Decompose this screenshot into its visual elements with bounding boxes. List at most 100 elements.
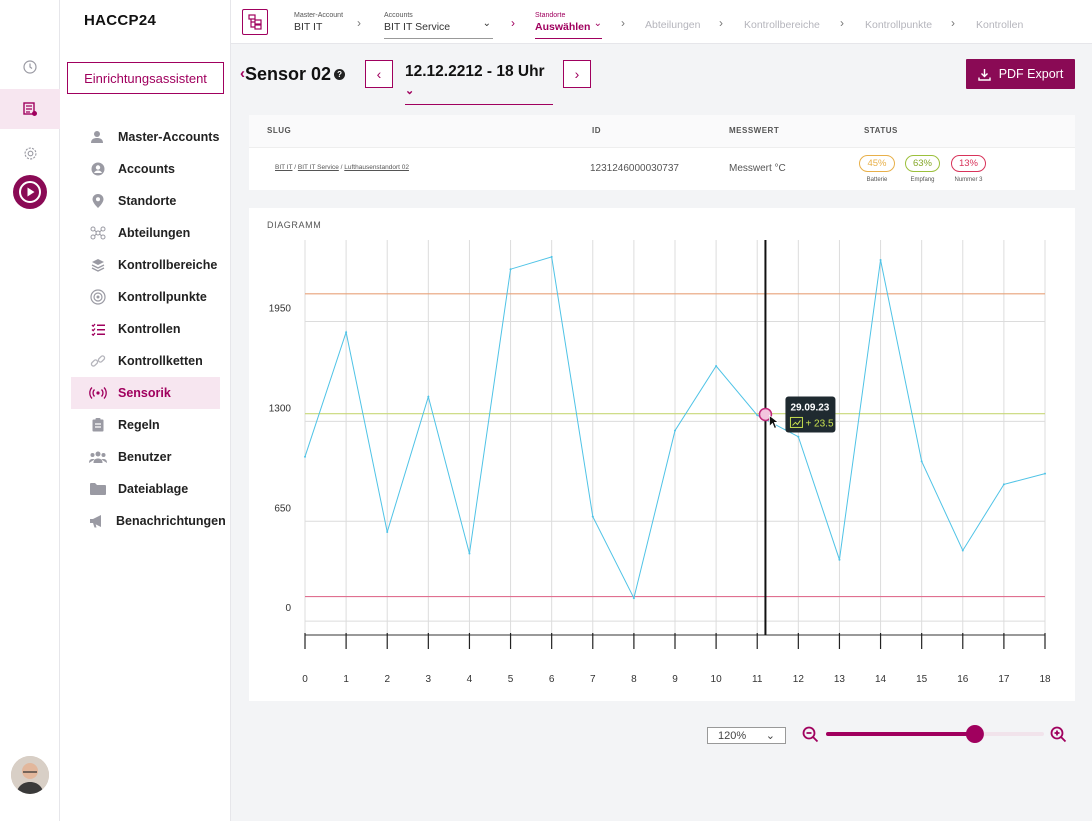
x-tick-label: 14 <box>875 674 887 685</box>
sidebar-item-dateiablage[interactable]: Dateiablage <box>71 473 220 505</box>
sidebar-item-accounts[interactable]: Accounts <box>71 153 220 185</box>
next-date-button[interactable]: › <box>563 60 591 88</box>
avatar[interactable] <box>11 756 49 794</box>
sidebar-item-benachrichtungen[interactable]: Benachrichtungen <box>71 505 226 537</box>
sidebar-item-kontrollen[interactable]: Kontrollen <box>71 313 220 345</box>
help-icon[interactable]: ? <box>334 69 346 80</box>
data-point <box>1044 472 1046 475</box>
gear-icon[interactable] <box>0 133 60 173</box>
crumb-label: Master-Account <box>294 12 344 19</box>
crumb-kontrollbereiche[interactable]: Kontrollbereiche <box>744 19 820 31</box>
data-point <box>345 331 348 334</box>
data-point <box>386 531 389 534</box>
id-cell: 1231246000030737 <box>590 163 679 174</box>
sidebar-item-label: Standorte <box>118 194 177 208</box>
prev-date-button[interactable]: ‹ <box>365 60 393 88</box>
sidebar-item-label: Regeln <box>118 418 160 432</box>
sidebar-item-sensorik[interactable]: Sensorik <box>71 377 220 409</box>
list-icon[interactable] <box>0 89 60 129</box>
zoom-slider[interactable] <box>826 724 1044 744</box>
x-tick-label: 3 <box>426 674 432 685</box>
page-title[interactable]: ‹Sensor 02? <box>240 64 346 85</box>
sensor-icon <box>89 384 107 402</box>
messwert-cell: Messwert °C <box>729 163 786 174</box>
sensor-chart[interactable]: 0650130019500 1 2 3 4 5 6 7 8 9 10 11 12 13 14 15 16 17 18… <box>249 208 1075 701</box>
wizard-button[interactable]: Einrichtungsassistent <box>67 62 224 94</box>
data-point <box>961 549 964 552</box>
pdf-export-button[interactable]: PDF Export <box>966 59 1075 89</box>
data-point <box>838 558 841 561</box>
status-badge: 13% <box>951 155 986 172</box>
crumb-kontrollpunkte[interactable]: Kontrollpunkte <box>865 19 932 31</box>
pin-icon <box>89 192 107 210</box>
chevron-right-icon: › <box>951 16 955 30</box>
zoom-out-icon[interactable] <box>800 724 820 744</box>
structure-tree-button[interactable] <box>242 9 268 35</box>
x-tick-label: 5 <box>508 674 514 685</box>
sidebar-item-label: Abteilungen <box>118 226 191 240</box>
chevron-left-icon: ‹ <box>376 66 382 82</box>
zoom-select[interactable]: 120% ⌄ <box>707 727 786 744</box>
slug-link[interactable]: BIT IT <box>275 164 292 171</box>
target-icon <box>89 288 107 306</box>
sidebar-item-kontrollpunkte[interactable]: Kontrollpunkte <box>71 281 220 313</box>
chevron-right-icon: › <box>574 66 580 82</box>
crumb-abteilungen[interactable]: Abteilungen <box>645 19 700 31</box>
slider-thumb[interactable] <box>965 725 984 743</box>
icon-rail <box>0 0 60 821</box>
chevron-down-icon: ⌄ <box>593 18 602 29</box>
sidebar-item-benutzer[interactable]: Benutzer <box>71 441 220 473</box>
x-tick-label: 18 <box>1039 674 1051 685</box>
sensor-table: SLUG ID MESSWERT STATUS BIT IT / BIT IT … <box>249 115 1075 190</box>
column-header: SLUG <box>267 126 292 135</box>
sidebar-item-label: Benachrichtungen <box>116 514 226 528</box>
data-point <box>632 597 635 600</box>
date-select[interactable]: 12.12.2212 - 18 Uhr ⌄ <box>405 63 553 105</box>
data-point <box>591 515 594 518</box>
y-tick-label: 1300 <box>269 403 292 414</box>
clock-icon[interactable] <box>0 47 60 87</box>
x-tick-label: 2 <box>384 674 390 685</box>
checklist-icon <box>89 320 107 338</box>
tooltip-value: + 23.5 <box>805 418 834 429</box>
users-icon <box>89 448 107 466</box>
slug-cell: BIT IT / BIT IT Service / Lufthausenstan… <box>275 164 409 171</box>
sidebar-item-regeln[interactable]: Regeln <box>71 409 220 441</box>
sidebar-item-kontrollbereiche[interactable]: Kontrollbereiche <box>71 249 220 281</box>
play-icon[interactable] <box>0 172 60 212</box>
data-point <box>756 414 759 417</box>
slug-link[interactable]: BIT IT Service <box>298 164 339 171</box>
x-tick-label: 12 <box>793 674 805 685</box>
sidebar-item-label: Master-Accounts <box>118 130 220 144</box>
data-point <box>879 258 882 261</box>
x-tick-label: 16 <box>957 674 969 685</box>
zoom-value: 120% <box>718 729 747 742</box>
crumb-kontrollen[interactable]: Kontrollen <box>976 19 1023 31</box>
sidebar-item-label: Accounts <box>118 162 175 176</box>
crumb-accounts[interactable]: Accounts BIT IT Service ⌄ <box>384 12 493 39</box>
status-label: Batterie <box>866 177 888 183</box>
y-tick-label: 1950 <box>269 303 292 314</box>
x-tick-label: 15 <box>916 674 928 685</box>
sidebar-item-standorte[interactable]: Standorte <box>71 185 220 217</box>
chevron-right-icon: › <box>719 16 723 30</box>
chevron-right-icon: › <box>511 16 515 30</box>
y-tick-label: 0 <box>285 603 291 614</box>
table-header: SLUG ID MESSWERT STATUS <box>249 115 1075 148</box>
x-tick-label: 7 <box>590 674 596 685</box>
crumb-label: Accounts <box>384 12 413 19</box>
sidebar-item-kontrollketten[interactable]: Kontrollketten <box>71 345 220 377</box>
sidebar-item-master-accounts[interactable]: Master-Accounts <box>71 121 220 153</box>
chevron-down-icon: ⌄ <box>405 85 415 97</box>
layers-icon <box>89 256 107 274</box>
sidebar-item-label: Dateiablage <box>118 482 189 496</box>
zoom-in-icon[interactable] <box>1048 724 1068 744</box>
column-header: STATUS <box>864 126 898 135</box>
sidebar-item-label: Kontrollpunkte <box>118 290 207 304</box>
status-badge: 45% <box>859 155 895 172</box>
crumb-standorte[interactable]: Standorte Auswählen ⌄ <box>535 12 602 39</box>
sidebar-item-abteilungen[interactable]: Abteilungen <box>71 217 220 249</box>
megaphone-icon <box>89 512 105 530</box>
slug-link[interactable]: Lufthausenstandort 02 <box>344 164 409 171</box>
chevron-down-icon: ⌄ <box>482 18 491 29</box>
